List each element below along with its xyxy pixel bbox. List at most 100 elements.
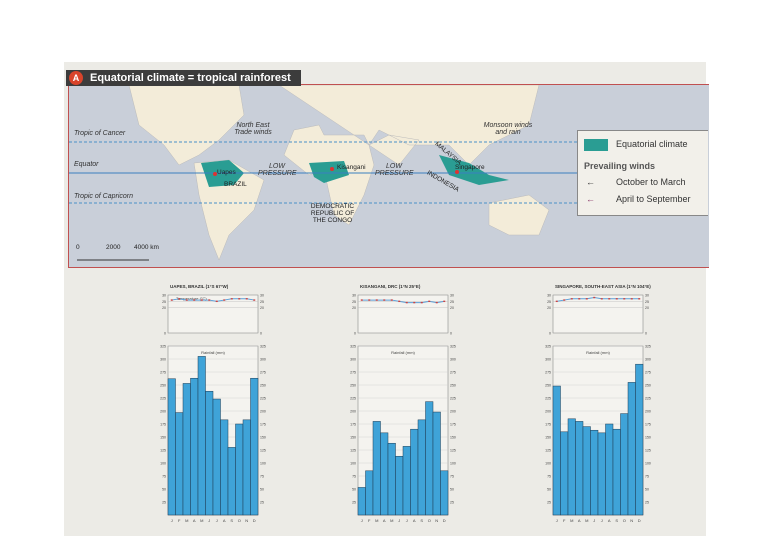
rainfall-bar	[552, 385, 561, 516]
temperature-point	[230, 298, 233, 300]
rain-tick-label-right: 200	[645, 410, 651, 414]
temperature-point	[413, 301, 416, 304]
rain-tick-label: 325	[160, 345, 166, 349]
month-label: S	[230, 518, 233, 523]
month-label: A	[413, 518, 416, 523]
rain-tick-label-right: 175	[450, 423, 456, 427]
temp-tick-label: 30	[547, 294, 551, 298]
rain-tick-label-right: 100	[450, 462, 456, 466]
rainfall-bar	[410, 428, 419, 516]
rain-tick-label-right: 125	[450, 449, 456, 453]
chart-title: KISANGANI, DRC (1°N 25°E)	[360, 284, 421, 289]
rain-tick-label-right: 325	[645, 345, 651, 349]
legend-winds-title: Prevailing winds	[584, 161, 656, 171]
rain-tick-label-right: 300	[260, 358, 266, 362]
temperature-point	[375, 299, 378, 301]
rainfall-bar	[417, 419, 426, 516]
rain-tick-label-right: 125	[260, 449, 266, 453]
month-label: D	[443, 518, 446, 523]
rain-tick-label: 125	[545, 449, 551, 453]
temp-tick-label: 25	[547, 300, 551, 304]
singapore-label: Singapore	[455, 164, 485, 171]
rain-tick-label-right: 50	[645, 488, 649, 492]
map-title: A Equatorial climate = tropical rainfores…	[66, 70, 301, 86]
rain-tick-label: 250	[160, 384, 166, 388]
month-label: F	[368, 518, 371, 523]
monsoon-label: Monsoon winds and rain	[483, 122, 533, 136]
month-label: J	[556, 518, 558, 523]
rainfall-bar	[235, 423, 244, 516]
kisangani-marker	[330, 167, 334, 171]
kisangani-label: Kisangani	[337, 164, 366, 171]
rain-tick-label-right: 250	[260, 384, 266, 388]
rain-tick-label: 175	[350, 423, 356, 427]
rain-tick-label: 150	[350, 436, 356, 440]
rainfall-bar	[212, 398, 221, 516]
rain-tick-label: 100	[350, 462, 356, 466]
rain-tick-label-right: 200	[450, 410, 456, 414]
month-label: F	[178, 518, 181, 523]
temp-tick-label-right: 20	[450, 306, 454, 310]
month-label: M	[390, 518, 393, 523]
chart-title: SINGAPORE, SOUTH-EAST ASIA (1°N 104°E)	[555, 284, 651, 289]
rain-tick-label-right: 300	[645, 358, 651, 362]
rainfall-bar	[167, 378, 176, 516]
rain-tick-label: 225	[160, 397, 166, 401]
temp-plot-area	[552, 294, 644, 334]
rainfall-bar	[182, 383, 191, 516]
temp-tick-label-right: 30	[450, 294, 454, 298]
rain-tick-label: 25	[162, 501, 166, 505]
month-label: J	[171, 518, 173, 523]
rainfall-bar	[612, 428, 621, 516]
rainfall-bar	[357, 487, 366, 516]
rain-label: Rainfall (mm)	[586, 350, 610, 355]
rainfall-bar	[627, 382, 636, 516]
rainfall-bar	[605, 423, 614, 516]
scale-4000: 4000 km	[134, 244, 159, 251]
month-label: F	[563, 518, 566, 523]
rain-tick-label-right: 175	[645, 423, 651, 427]
temp-tick-label-right: 25	[450, 300, 454, 304]
arrow-dark-icon: ←	[586, 177, 595, 187]
equatorial-swatch	[584, 139, 608, 151]
rainfall-bar	[197, 356, 206, 516]
ne-trade-label: North East Trade winds	[234, 122, 272, 136]
temp-tick-label: 0	[164, 332, 166, 336]
temperature-point	[623, 298, 626, 300]
month-label: M	[375, 518, 378, 523]
temperature-point	[420, 301, 423, 304]
rain-tick-label-right: 75	[645, 475, 649, 479]
rain-tick-label-right: 225	[260, 397, 266, 401]
temperature-point	[593, 296, 596, 299]
australia	[488, 194, 550, 236]
rainfall-bar	[227, 447, 236, 516]
rain-tick-label-right: 275	[645, 371, 651, 375]
rain-tick-label-right: 150	[645, 436, 651, 440]
legend-apr-sep: April to September	[616, 194, 691, 204]
month-label: A	[608, 518, 611, 523]
temperature-point	[428, 300, 431, 303]
temperature-point	[245, 298, 248, 300]
rain-tick-label-right: 200	[260, 410, 266, 414]
rain-tick-label-right: 325	[260, 345, 266, 349]
month-label: J	[208, 518, 210, 523]
rain-tick-label-right: 150	[260, 436, 266, 440]
tropic-capricorn-label: Tropic of Capricorn	[74, 193, 134, 200]
temperature-point	[368, 299, 371, 301]
rain-tick-label: 25	[352, 501, 356, 505]
section-badge: A	[69, 71, 83, 85]
temp-tick-label-right: 30	[645, 294, 649, 298]
rain-tick-label-right: 275	[450, 371, 456, 375]
rain-tick-label: 325	[545, 345, 551, 349]
rain-tick-label-right: 100	[260, 462, 266, 466]
chart-title: UAPES, BRAZIL (1°S 67°W)	[170, 284, 229, 289]
temperature-point	[600, 298, 603, 300]
month-label: A	[223, 518, 226, 523]
rain-tick-label: 275	[350, 371, 356, 375]
rainfall-bar	[425, 401, 434, 516]
temperature-point	[638, 298, 641, 300]
temp-tick-label: 30	[162, 294, 166, 298]
temp-tick-label: 30	[352, 294, 356, 298]
scale-2000: 2000	[106, 244, 121, 251]
rain-tick-label: 100	[160, 462, 166, 466]
